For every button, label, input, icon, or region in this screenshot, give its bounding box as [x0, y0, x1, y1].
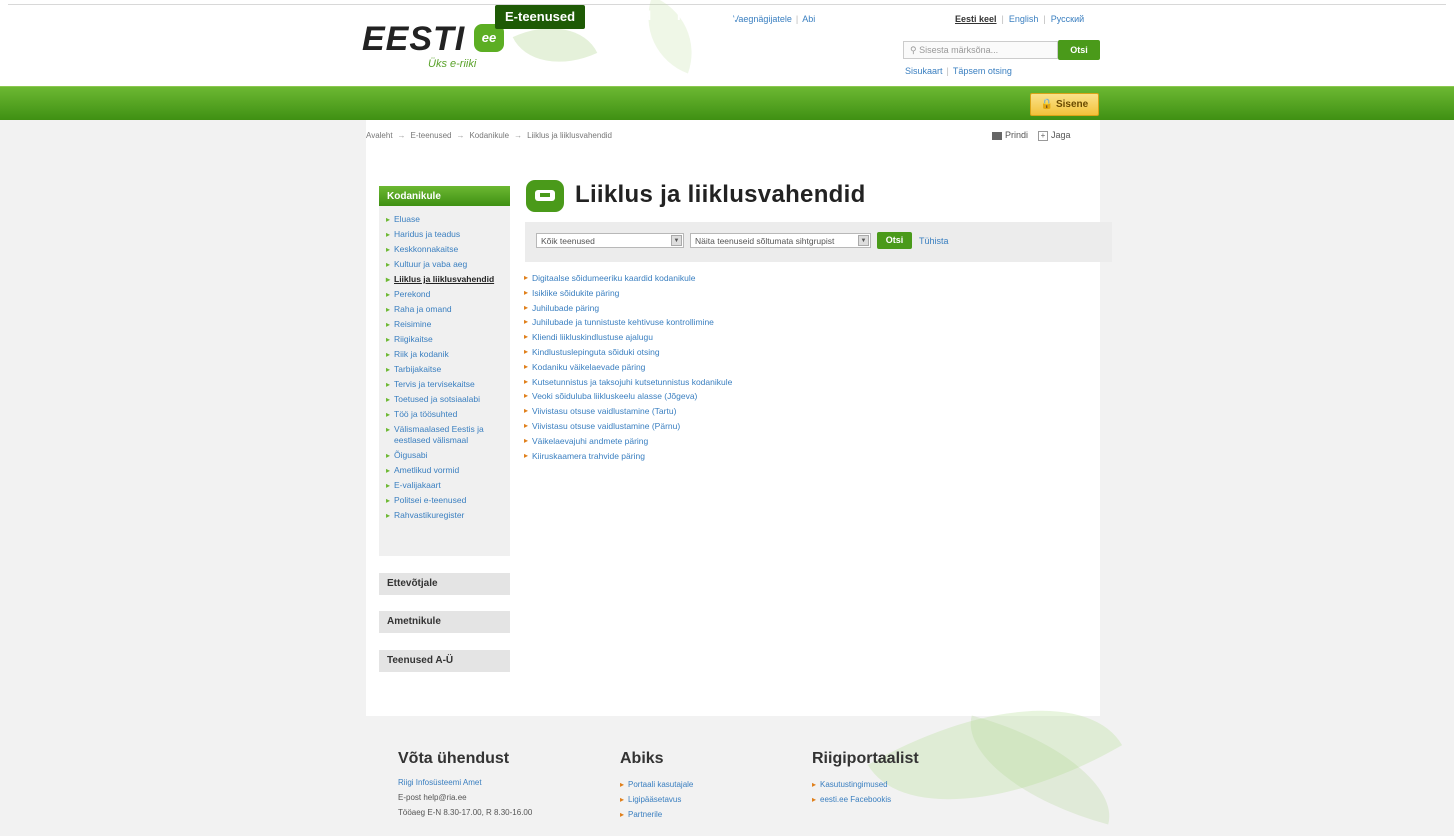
service-link[interactable]: Juhilubade päring	[524, 302, 732, 317]
service-link[interactable]: Kutsetunnistus ja taksojuhi kutsetunnist…	[524, 376, 732, 391]
sidebar-item[interactable]: Kultuur ja vaba aeg	[386, 259, 506, 270]
signin-label: Sisene	[1055, 99, 1089, 110]
sidebar-item[interactable]: Reisimine	[386, 319, 506, 330]
sidebar-item[interactable]: Tervis ja tervisekaitse	[386, 379, 506, 390]
sidebar-item[interactable]: Keskkonnakaitse	[386, 244, 506, 255]
utility-links: Vaegnägijatele | Abi	[733, 14, 815, 24]
sidebar-item[interactable]: Haridus ja teadus	[386, 229, 506, 240]
sidebar-item[interactable]: Raha ja omand	[386, 304, 506, 315]
page-title: Liiklus ja liiklusvahendid	[575, 181, 866, 208]
nav-contacts[interactable]: Kontaktid	[677, 0, 737, 34]
search-input[interactable]: ⚲ Sisesta märksõna...	[903, 41, 1058, 59]
sidebar-item[interactable]: Eluase	[386, 214, 506, 225]
service-list: Digitaalse sõidumeeriku kaardid kodaniku…	[524, 272, 732, 464]
footer-contact-email[interactable]: E-post help@ria.ee	[398, 793, 467, 802]
link-advanced-search[interactable]: Täpsem otsing	[953, 66, 1012, 76]
link-sitemap[interactable]: Sisukaart	[905, 66, 943, 76]
footer-contact-title: Võta ühendust	[398, 750, 510, 767]
service-link[interactable]: Kindlustuslepinguta sõiduki otsing	[524, 346, 732, 361]
service-link[interactable]: Viivistasu otsuse vaidlustamine (Tartu)	[524, 405, 732, 420]
sidebar-item[interactable]: Riik ja kodanik	[386, 349, 506, 360]
lock-icon: 🔒	[1040, 99, 1056, 110]
home-icon[interactable]: ⌂	[373, 0, 381, 34]
sidebar-section-businesses[interactable]: Ettevõtjale	[379, 573, 510, 595]
chevron-down-icon: ▼	[671, 235, 682, 246]
nav-my-things[interactable]: Minu asjad	[414, 0, 481, 34]
lang-russian[interactable]: Русский	[1051, 14, 1084, 24]
main-navigation	[0, 86, 1454, 120]
footer-link[interactable]: Portaali kasutajale	[620, 780, 693, 789]
sidebar-item[interactable]: E-valijakaart	[386, 480, 506, 491]
breadcrumb-e-services[interactable]: E-teenused	[411, 131, 452, 140]
sidebar-item[interactable]: Õigusabi	[386, 450, 506, 461]
sidebar-section-officials[interactable]: Ametnikule	[379, 611, 510, 633]
footer-contact-hours: Tööaeg E-N 8.30-17.00, R 8.30-16.00	[398, 808, 533, 817]
sidebar-item[interactable]: Töö ja töösuhted	[386, 409, 506, 420]
sidebar-item[interactable]: Rahvastikuregister	[386, 510, 506, 521]
footer-portal-title: Riigiportaalist	[812, 750, 919, 767]
sidebar-list: Eluase Haridus ja teadus Keskkonnakaitse…	[386, 214, 506, 525]
car-icon	[526, 180, 564, 212]
language-switcher: Eesti keel | English | Русский	[955, 14, 1085, 24]
link-help[interactable]: Abi	[802, 14, 815, 24]
sidebar-item-current[interactable]: Liiklus ja liiklusvahendid	[386, 274, 506, 285]
separator: |	[795, 14, 799, 24]
sidebar-item[interactable]: Välismaalased Eestis ja eestlased välism…	[386, 424, 506, 446]
footer-link[interactable]: Ligipääsetavus	[620, 795, 681, 804]
search-icon: ⚲	[910, 45, 920, 55]
nav-topics[interactable]: Teemad	[603, 0, 651, 34]
logo-tagline: Üks e-riiki	[428, 58, 477, 70]
lang-estonian[interactable]: Eesti keel	[955, 14, 997, 24]
sidebar-item[interactable]: Perekond	[386, 289, 506, 300]
sidebar-item[interactable]: Riigikaitse	[386, 334, 506, 345]
service-link[interactable]: Juhilubade ja tunnistuste kehtivuse kont…	[524, 316, 732, 331]
sidebar-item[interactable]: Toetused ja sotsiaalabi	[386, 394, 506, 405]
select-value: Näita teenuseid sõltumata sihtgrupist	[695, 236, 835, 246]
sidebar-item[interactable]: Ametlikud vormid	[386, 465, 506, 476]
print-link[interactable]: Prindi	[1005, 130, 1028, 140]
breadcrumb-current: Liiklus ja liiklusvahendid	[527, 131, 612, 140]
service-link[interactable]: Kliendi liikluskindlustuse ajalugu	[524, 331, 732, 346]
footer-link[interactable]: eesti.ee Facebookis	[812, 795, 891, 804]
footer-link[interactable]: Kasutustingimused	[812, 780, 888, 789]
select-value: Kõik teenused	[541, 236, 595, 246]
breadcrumb-home[interactable]: Avaleht	[366, 131, 393, 140]
print-icon	[992, 131, 1002, 140]
sidebar-section-services-az[interactable]: Teenused A-Ü	[379, 650, 510, 672]
search-placeholder: Sisesta märksõna...	[919, 45, 999, 55]
service-link[interactable]: Kiiruskaamera trahvide päring	[524, 450, 732, 465]
signin-button[interactable]: 🔒 Sisene	[1030, 93, 1099, 116]
filter-search-button[interactable]: Otsi	[877, 232, 912, 249]
sidebar-heading[interactable]: Kodanikule	[379, 186, 510, 206]
service-link[interactable]: Viivistasu otsuse vaidlustamine (Pärnu)	[524, 420, 732, 435]
service-link[interactable]: Digitaalse sõidumeeriku kaardid kodaniku…	[524, 272, 732, 287]
footer-contact-org[interactable]: Riigi Infosüsteemi Amet	[398, 778, 482, 787]
search-sub-links: Sisukaart | Täpsem otsing	[905, 66, 1012, 76]
page-tools: Prindi + Jaga	[992, 130, 1071, 141]
lang-english[interactable]: English	[1009, 14, 1039, 24]
share-icon: +	[1038, 131, 1049, 141]
filter-clear-link[interactable]: Tühista	[919, 236, 949, 246]
share-link[interactable]: Jaga	[1051, 130, 1071, 140]
chevron-down-icon: ▼	[858, 235, 869, 246]
search-button[interactable]: Otsi	[1058, 40, 1100, 60]
target-group-select[interactable]: Näita teenuseid sõltumata sihtgrupist ▼	[690, 233, 871, 248]
footer-link[interactable]: Partnerile	[620, 810, 662, 819]
footer-help-title: Abiks	[620, 750, 664, 767]
breadcrumb: Avaleht → E-teenused → Kodanikule → Liiklus ja…	[366, 131, 612, 140]
sidebar-item[interactable]: Tarbijakaitse	[386, 364, 506, 375]
nav-e-services[interactable]: E-teenused	[495, 5, 586, 29]
sidebar-item[interactable]: Politsei e-teenused	[386, 495, 506, 506]
link-visually-impaired[interactable]: Vaegnägijatele	[733, 14, 792, 24]
service-type-select[interactable]: Kõik teenused ▼	[536, 233, 684, 248]
service-link[interactable]: Kodaniku väikelaevade päring	[524, 361, 732, 376]
service-link[interactable]: Veoki sõiduluba liikluskeelu alasse (Jõg…	[524, 390, 732, 405]
service-link[interactable]: Isiklike sõidukite päring	[524, 287, 732, 302]
breadcrumb-citizens[interactable]: Kodanikule	[469, 131, 509, 140]
service-link[interactable]: Väikelaevajuhi andmete päring	[524, 435, 732, 450]
